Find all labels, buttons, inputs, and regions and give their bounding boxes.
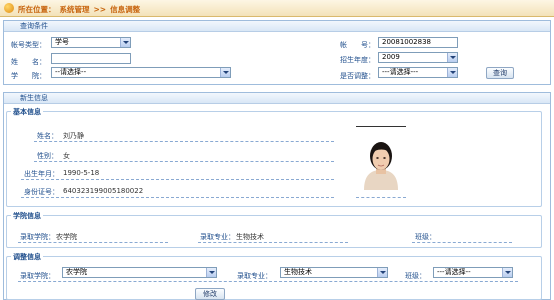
college-value: --请选择-- — [55, 68, 87, 76]
breadcrumb-page: 信息调整 — [110, 5, 141, 14]
chevron-down-icon — [120, 38, 130, 47]
divider — [34, 161, 334, 162]
chevron-down-icon — [220, 68, 230, 77]
breadcrumb-section[interactable]: 系统管理 — [60, 5, 90, 14]
adjust-class-select[interactable]: ---请选择-- — [433, 267, 513, 278]
breadcrumb-prefix: 所在位置： — [18, 5, 56, 14]
adjust-major-label: 录取专业： — [237, 272, 272, 280]
student-info-title: 新生信息 — [4, 93, 550, 104]
year-label: 招生年度： — [340, 56, 375, 64]
basic-info-legend: 基本信息 — [11, 107, 43, 117]
year-value: 2009 — [382, 53, 400, 61]
student-name-value: 刘乃静 — [63, 132, 84, 140]
divider — [34, 141, 334, 142]
account-type-select[interactable]: 学号 — [51, 37, 131, 48]
gender-value: 女 — [63, 152, 70, 160]
name-input[interactable] — [51, 53, 131, 64]
divider — [21, 179, 334, 180]
divider — [18, 281, 518, 282]
account-type-label: 帐号类型： — [11, 41, 46, 49]
search-button[interactable]: 查询 — [486, 67, 514, 79]
college-select[interactable]: --请选择-- — [51, 67, 231, 78]
college-label: 学 院： — [11, 72, 46, 80]
student-name-label: 姓名： — [37, 132, 58, 140]
adjust-college-select[interactable]: 农学院 — [62, 267, 217, 278]
account-type-value: 学号 — [55, 38, 69, 46]
gender-label: 性别： — [37, 152, 58, 160]
modify-button[interactable]: 修改 — [195, 288, 225, 300]
divider — [198, 242, 348, 243]
breadcrumb: 所在位置： 系统管理 >> 信息调整 — [0, 0, 554, 17]
divider — [18, 242, 168, 243]
adjusted-value: ---请选择--- — [382, 68, 419, 76]
chevron-down-icon — [502, 268, 512, 277]
account-label: 帐 号： — [340, 41, 375, 49]
adjust-info-section: 调整信息 — [6, 252, 542, 300]
adjust-major-select[interactable]: 生物技术 — [280, 267, 388, 278]
birth-label: 出生年月： — [24, 170, 59, 178]
chevron-down-icon — [206, 268, 216, 277]
adjust-college-label: 录取学院： — [20, 272, 55, 280]
breadcrumb-separator: >> — [93, 5, 107, 14]
adjust-class-value: ---请选择-- — [437, 268, 471, 276]
adjust-info-legend: 调整信息 — [11, 252, 43, 262]
admit-major-label: 录取专业： — [200, 233, 235, 241]
chevron-down-icon — [447, 68, 457, 77]
chevron-down-icon — [377, 268, 387, 277]
divider — [356, 197, 406, 198]
divider — [412, 242, 512, 243]
year-select[interactable]: 2009 — [378, 52, 458, 63]
admit-major-value: 生物技术 — [236, 233, 264, 241]
account-input[interactable]: 20081002838 — [378, 37, 458, 48]
query-panel-title: 查询条件 — [4, 21, 550, 32]
id-number-value: 640323199005180022 — [63, 187, 144, 195]
adjust-major-value: 生物技术 — [284, 268, 312, 276]
college-info-section: 学院信息 — [6, 211, 542, 248]
adjust-class-label: 班级： — [405, 272, 426, 280]
class-label: 班级： — [415, 233, 436, 241]
adjusted-label: 是否调整： — [340, 72, 375, 80]
admit-college-value: 农学院 — [56, 233, 77, 241]
adjust-college-value: 农学院 — [66, 268, 87, 276]
student-photo — [360, 130, 402, 190]
adjusted-select[interactable]: ---请选择--- — [378, 67, 458, 78]
college-info-legend: 学院信息 — [11, 211, 43, 221]
admit-college-label: 录取学院： — [20, 233, 55, 241]
name-label: 姓 名： — [11, 58, 46, 66]
chevron-down-icon — [447, 53, 457, 62]
id-number-label: 身份证号： — [24, 188, 59, 196]
divider — [21, 197, 334, 198]
birth-value: 1990-5-18 — [63, 169, 100, 177]
location-icon — [4, 3, 14, 13]
